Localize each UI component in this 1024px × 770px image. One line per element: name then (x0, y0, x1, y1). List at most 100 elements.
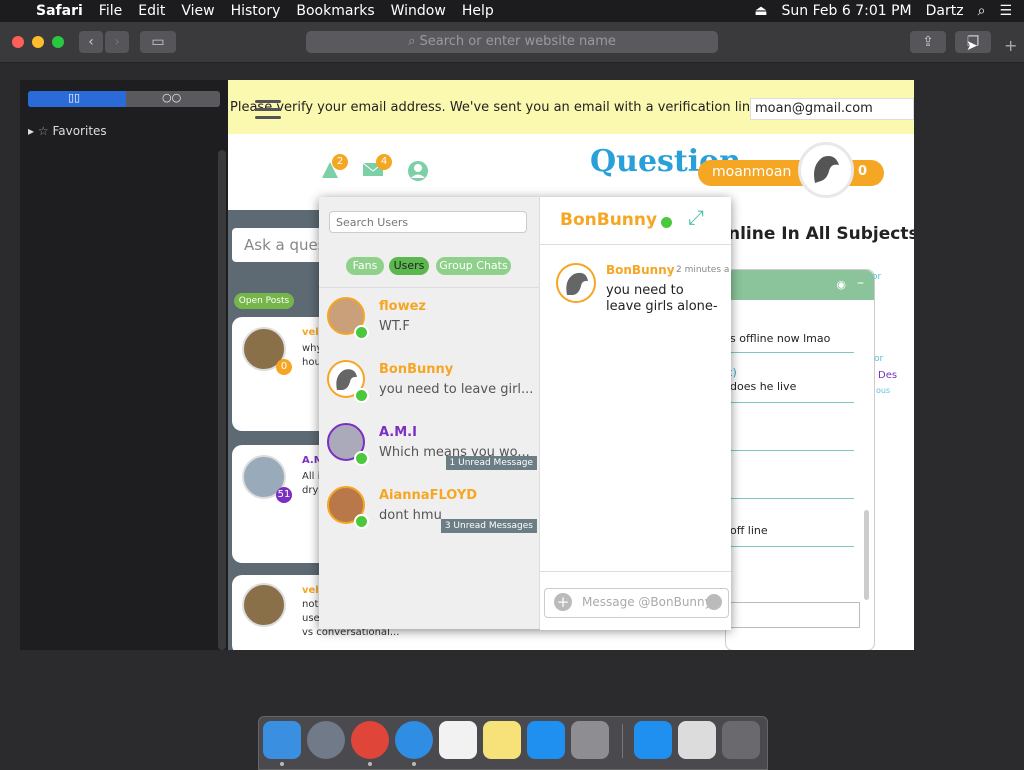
search-users-input[interactable] (329, 211, 527, 233)
notification-center-icon[interactable]: ☰ (999, 3, 1012, 19)
minimize-window-button[interactable] (32, 36, 44, 48)
messages-icon[interactable]: 4 (362, 154, 392, 182)
feed-text: dry (302, 485, 319, 496)
avatar (242, 583, 286, 627)
notifications-badge: 2 (332, 154, 348, 170)
menu-window[interactable]: Window (391, 3, 446, 19)
feed-author[interactable]: vel (302, 327, 319, 338)
notes-icon[interactable] (483, 721, 521, 759)
conversation-list: Fans Users Group Chats flowez WT.F BonBu… (319, 197, 540, 629)
online-indicator (354, 451, 369, 466)
minimize-icon[interactable]: – (857, 275, 864, 291)
unread-badge: 3 Unread Messages (440, 519, 537, 533)
close-window-button[interactable] (12, 36, 24, 48)
conversation-item[interactable]: AiannaFLOYD dont hmu 3 Unread Messages (319, 482, 539, 544)
tab-users[interactable]: Users (389, 257, 429, 275)
menu-bar: Safari File Edit View History Bookmarks … (0, 0, 1024, 22)
conversation-item[interactable]: BonBunny you need to leave girl... (319, 356, 539, 418)
favorites-label: Favorites (52, 124, 107, 138)
message-author[interactable]: BonBunny (606, 263, 675, 277)
menu-view[interactable]: View (181, 3, 214, 19)
book-icon: ▯▯ (68, 91, 81, 104)
sidebar-segmented-control[interactable]: ▯▯ ○○ (28, 91, 220, 107)
address-bar[interactable]: ⌕ Search or enter website name (306, 31, 718, 53)
divider (726, 546, 854, 547)
hamburger-menu-icon[interactable] (255, 100, 281, 120)
expand-icon[interactable]: ⤢ (688, 205, 712, 229)
calendar-icon[interactable] (439, 721, 477, 759)
conversation-name: A.M.I (379, 425, 417, 440)
share-button[interactable]: ⇪ (910, 31, 946, 53)
document-icon[interactable] (678, 721, 716, 759)
conversation-header: BonBunny ⤢ (540, 197, 731, 245)
tab-fans[interactable]: Fans (346, 257, 384, 275)
chrome-icon[interactable] (351, 721, 389, 759)
disclosure-triangle-icon[interactable]: ▸ (28, 124, 34, 138)
feed-text: hou (302, 357, 321, 368)
hide-icon[interactable]: ◉ (836, 278, 846, 291)
conversation-preview: dont hmu (379, 508, 442, 523)
menu-clock[interactable]: Sun Feb 6 7:01 PM (782, 3, 912, 19)
online-indicator (661, 217, 672, 228)
star-icon: ☆ (37, 124, 49, 138)
feed-text: not (302, 599, 319, 610)
conversation-name: AiannaFLOYD (379, 488, 478, 503)
eject-icon[interactable]: ⏏ (754, 3, 767, 19)
tag-label: or (872, 272, 882, 282)
running-indicator (368, 762, 372, 766)
online-indicator (354, 325, 369, 340)
divider (726, 402, 854, 403)
messages-badge: 4 (376, 154, 392, 170)
sidebar-scrollbar[interactable] (218, 150, 226, 650)
divider (319, 287, 539, 288)
divider (726, 498, 854, 499)
reading-list-icon[interactable]: ○○ (162, 91, 181, 104)
mouse-cursor-icon: ➤ (966, 38, 978, 54)
launchpad-icon[interactable] (307, 721, 345, 759)
panel-text: does he live (730, 380, 797, 393)
message-time: 2 minutes a (676, 265, 730, 275)
menu-file[interactable]: File (99, 3, 122, 19)
safari-icon[interactable] (395, 721, 433, 759)
panel-input[interactable] (726, 602, 860, 628)
menu-history[interactable]: History (231, 3, 281, 19)
menu-app-name[interactable]: Safari (36, 3, 83, 19)
emoji-icon[interactable] (706, 594, 722, 610)
system-preferences-icon[interactable] (571, 721, 609, 759)
message-avatar[interactable] (556, 263, 596, 303)
add-attachment-icon[interactable]: + (554, 593, 572, 611)
spotlight-search-icon[interactable]: ⌕ (978, 3, 986, 19)
conversation-item[interactable]: A.M.I Which means you wo... 1 Unread Mes… (319, 419, 539, 481)
user-avatar[interactable] (798, 142, 854, 198)
open-posts-tab[interactable]: Open Posts (234, 293, 294, 309)
user-points-pill[interactable]: moanmoan 0 (698, 160, 884, 186)
downloads-folder-icon[interactable] (634, 721, 672, 759)
chat-panel-background: ◉ – s offline now lmao x) does he live o… (725, 269, 875, 650)
menu-help[interactable]: Help (462, 3, 494, 19)
new-tab-button[interactable]: + (1004, 36, 1017, 55)
favorites-item[interactable]: ▸ ☆ Favorites (28, 124, 107, 138)
conversation-name: BonBunny (379, 362, 454, 377)
app-store-icon[interactable] (527, 721, 565, 759)
chat-popup: Fans Users Group Chats flowez WT.F BonBu… (319, 197, 731, 630)
menu-edit[interactable]: Edit (138, 3, 165, 19)
online-indicator (354, 514, 369, 529)
trash-icon[interactable] (722, 721, 760, 759)
notifications-icon[interactable]: 2 (320, 154, 348, 182)
back-button[interactable]: ‹ (79, 31, 103, 53)
feed-author[interactable]: vel (302, 585, 319, 596)
feed-text: All i (302, 471, 321, 482)
conversation-item[interactable]: flowez WT.F (319, 293, 539, 355)
forward-button[interactable]: › (105, 31, 129, 53)
profile-icon[interactable] (407, 160, 429, 182)
level-badge: 0 (276, 359, 292, 375)
menu-bookmarks[interactable]: Bookmarks (296, 3, 374, 19)
sidebar-toggle-button[interactable]: ▭ (140, 31, 176, 53)
zoom-window-button[interactable] (52, 36, 64, 48)
finder-icon[interactable] (263, 721, 301, 759)
tab-group-chats[interactable]: Group Chats (436, 257, 511, 275)
menu-user[interactable]: Dartz (926, 3, 964, 19)
panel-scrollbar[interactable] (864, 510, 869, 600)
verify-email-field[interactable]: moan@gmail.com (750, 98, 914, 120)
conversation-title[interactable]: BonBunny (560, 210, 657, 230)
